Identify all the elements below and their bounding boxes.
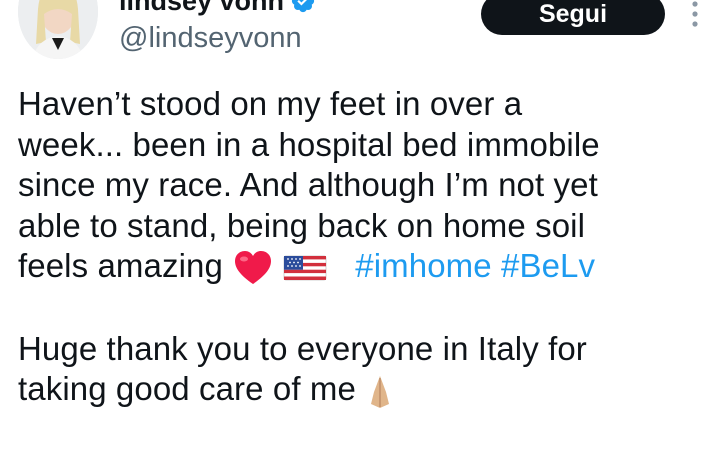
hashtag-link[interactable]: #imhome	[355, 247, 491, 284]
tweet-line: week... been in a hospital bed immobile	[18, 125, 600, 163]
more-options-button[interactable]	[683, 0, 707, 38]
tweet-line: able to stand, being back on home soil	[18, 206, 586, 244]
tweet-line: Huge thank you to everyone in Italy for	[18, 329, 587, 367]
avatar-image	[18, 0, 98, 59]
tweet-text-segment: taking good care of me	[18, 370, 356, 408]
more-vertical-icon	[692, 1, 698, 27]
author-handle[interactable]: @lindseyvonn	[119, 20, 302, 56]
tweet-line: feels amazing #imhome #BeLv	[18, 246, 718, 288]
us-flag-emoji	[283, 255, 327, 281]
user-avatar[interactable]	[18, 0, 98, 59]
tweet-text: Haven’t stood on my feet in over a week.…	[18, 84, 718, 410]
tweet-line: Haven’t stood on my feet in over a	[18, 85, 523, 122]
follow-button[interactable]: Segui	[481, 0, 665, 35]
hashtag-link[interactable]: #BeLv	[501, 247, 595, 284]
tweet-text-segment: feels amazing	[18, 247, 223, 284]
tweet-line: taking good care of me	[18, 369, 718, 410]
folded-hands-emoji	[371, 375, 390, 408]
heart-emoji	[235, 251, 272, 285]
author-display-name[interactable]: lindsey vonn	[119, 0, 284, 16]
tweet-card: lindsey vonn @lindseyvonn Segui Haven’t …	[0, 0, 720, 450]
author-display-name-row[interactable]: lindsey vonn	[119, 0, 316, 16]
tweet-line: since my race. And although I’m not yet	[18, 166, 598, 203]
verified-badge-icon	[291, 0, 315, 13]
